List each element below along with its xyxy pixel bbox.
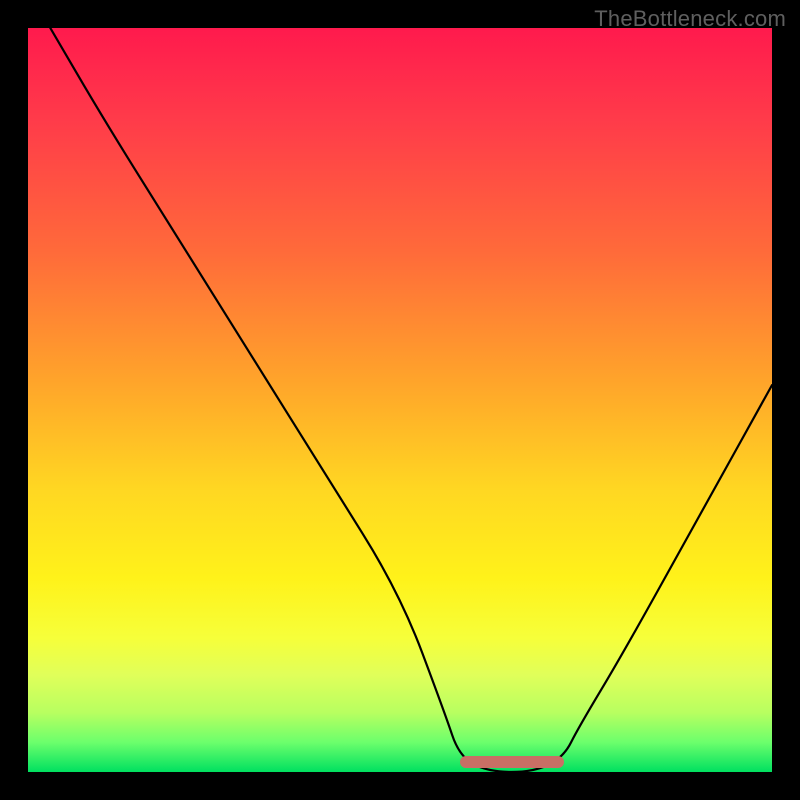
optimal-range-marker — [460, 756, 564, 768]
chart-frame: TheBottleneck.com — [0, 0, 800, 800]
watermark-text: TheBottleneck.com — [594, 6, 786, 32]
plot-area — [28, 28, 772, 772]
bottleneck-curve — [28, 28, 772, 772]
